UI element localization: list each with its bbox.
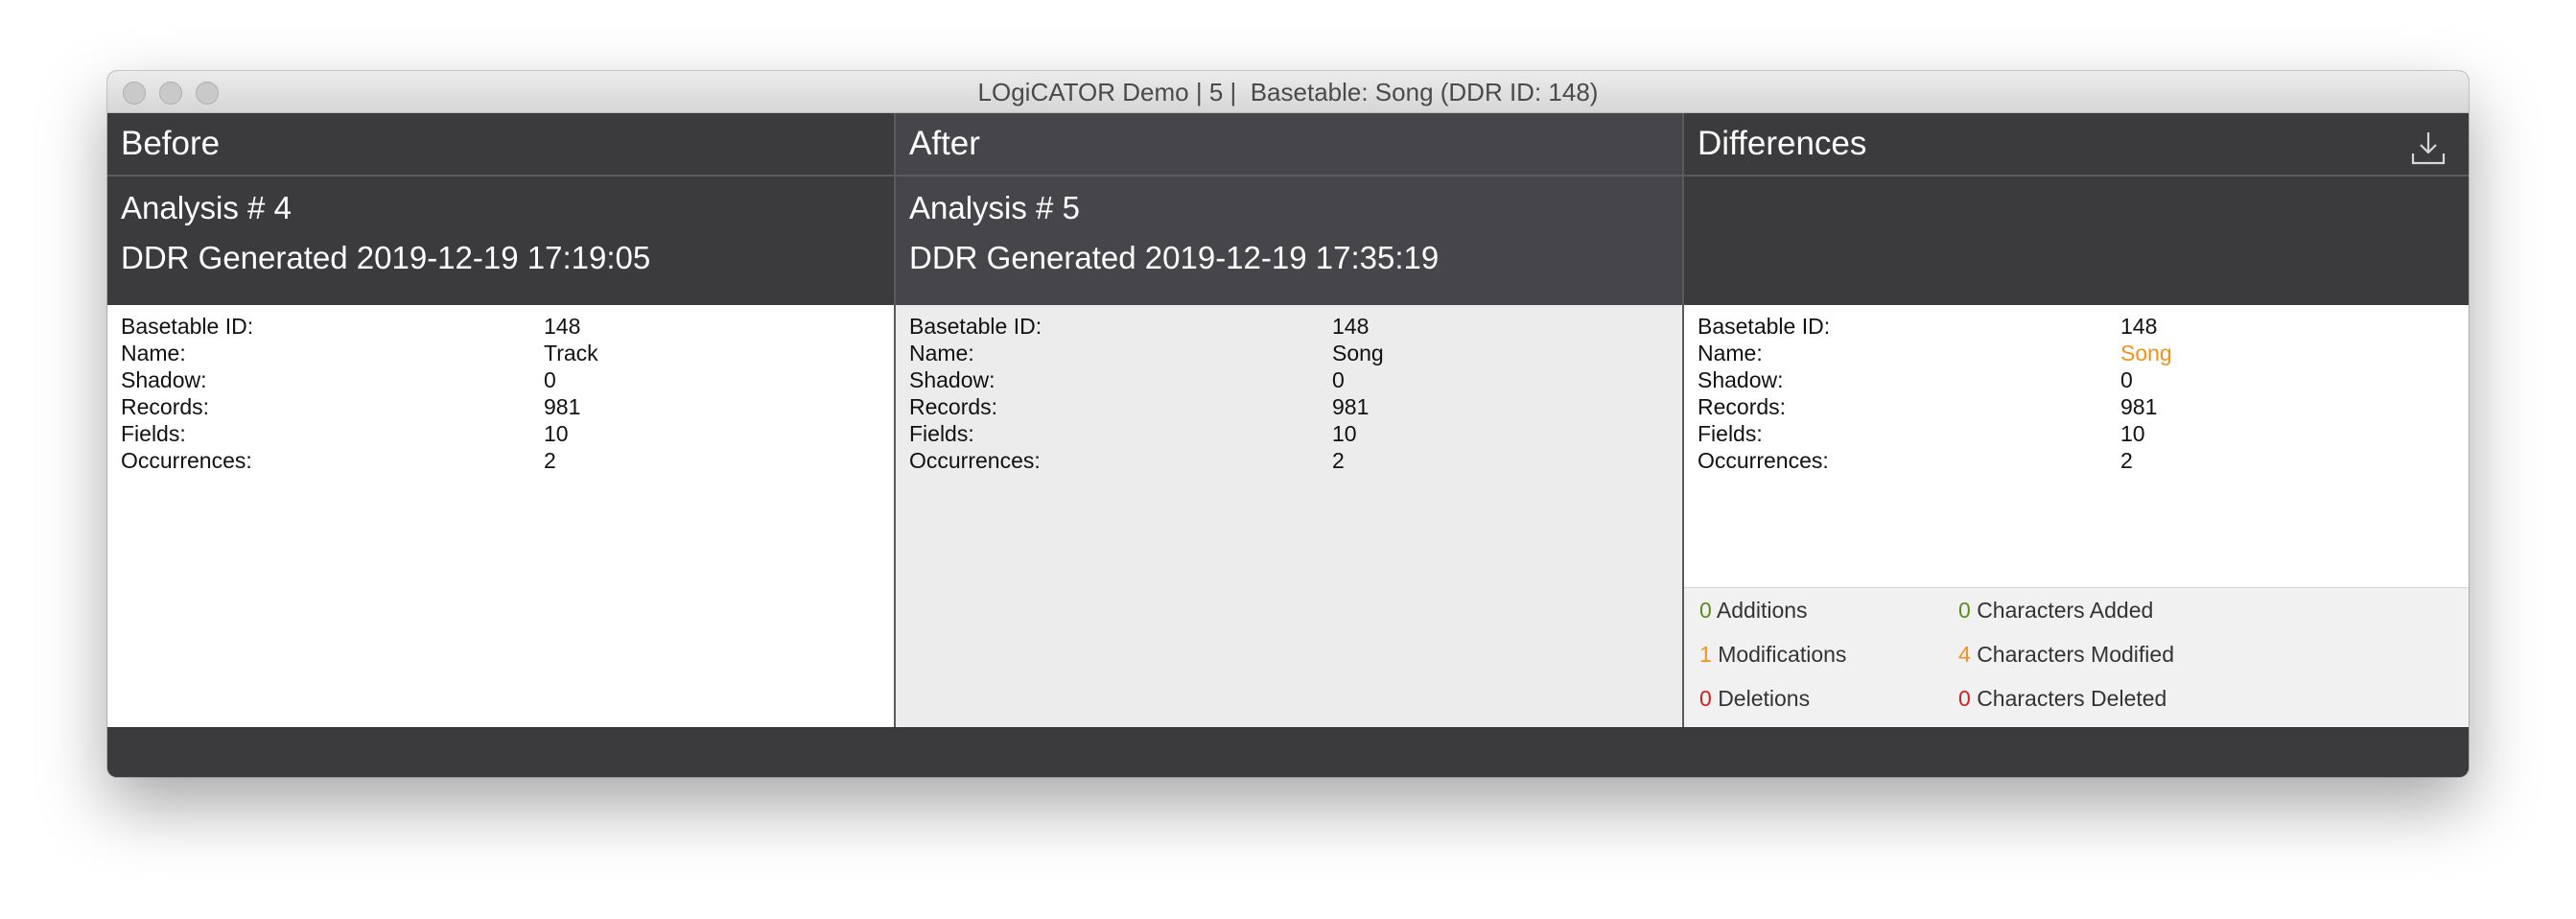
differences-header: Differences <box>1684 113 2469 177</box>
property-value: 0 <box>544 367 556 392</box>
download-icon[interactable] <box>2409 129 2447 167</box>
property-label: Records: <box>121 394 210 419</box>
property-row: Basetable ID: 148 <box>121 313 888 340</box>
differences-summary: 0 Additions 1 Modifications 0 Deletions … <box>1684 587 2469 727</box>
property-label: Records: <box>909 394 998 419</box>
property-label: Occurrences: <box>909 448 1041 473</box>
characters-modified-count: 4 <box>1958 642 1971 667</box>
property-row: Records: 981 <box>1698 393 2465 420</box>
property-label: Name: <box>121 341 186 365</box>
characters-modified-summary: 4 Characters Modified <box>1958 642 2174 668</box>
deletions-label: Deletions <box>1718 686 1811 711</box>
additions-label: Additions <box>1716 598 1808 623</box>
property-label: Basetable ID: <box>1698 314 1831 339</box>
before-analysis-title: Analysis # 4 <box>121 190 292 225</box>
property-value: 148 <box>2120 314 2158 339</box>
property-row: Records: 981 <box>121 393 888 420</box>
after-column: After Analysis # 5 DDR Generated 2019-12… <box>896 113 1684 727</box>
property-value: 2 <box>1332 448 1345 473</box>
before-analysis-info: Analysis # 4 DDR Generated 2019-12-19 17… <box>107 177 894 305</box>
property-value: 10 <box>2120 421 2145 446</box>
before-generated-date: DDR Generated 2019-12-19 17:19:05 <box>121 240 651 275</box>
property-row: Shadow: 0 <box>1698 366 2465 393</box>
property-value: Song <box>1332 341 1384 365</box>
property-row: Records: 981 <box>909 393 1676 420</box>
additions-count: 0 <box>1699 598 1712 623</box>
bottom-toolbar <box>107 727 2469 777</box>
property-value: 148 <box>1332 314 1370 339</box>
property-label: Basetable ID: <box>121 314 254 339</box>
before-column: Before Analysis # 4 DDR Generated 2019-1… <box>107 113 896 727</box>
property-value: 981 <box>1332 394 1370 419</box>
property-row: Occurrences: 2 <box>1698 447 2465 474</box>
title-bar: LOgiCATOR Demo | 5 | Basetable: Song (DD… <box>107 71 2469 113</box>
property-label: Occurrences: <box>1698 448 1829 473</box>
property-row: Name: Track <box>121 340 888 366</box>
property-row: Basetable ID: 148 <box>1698 313 2465 340</box>
property-row: Basetable ID: 148 <box>909 313 1676 340</box>
property-row: Name: Song <box>909 340 1676 366</box>
property-label: Shadow: <box>1698 367 1784 392</box>
characters-added-summary: 0 Characters Added <box>1958 598 2153 624</box>
property-value: 0 <box>1332 367 1345 392</box>
property-label: Shadow: <box>121 367 207 392</box>
property-label: Fields: <box>1698 421 1763 446</box>
modifications-summary: 1 Modifications <box>1699 642 1846 668</box>
after-properties-panel: Basetable ID: 148 Name: Song Shadow: 0 Reco… <box>896 305 1682 727</box>
characters-added-label: Characters Added <box>1977 598 2154 623</box>
property-value: 2 <box>544 448 556 473</box>
property-value: 10 <box>544 421 569 446</box>
property-row: Fields: 10 <box>121 420 888 447</box>
property-value: 0 <box>2120 367 2133 392</box>
property-value: 148 <box>544 314 581 339</box>
differences-header-label: Differences <box>1698 125 1867 162</box>
property-value: 2 <box>2120 448 2133 473</box>
deletions-count: 0 <box>1699 686 1712 711</box>
property-row: Shadow: 0 <box>121 366 888 393</box>
differences-analysis-info <box>1684 177 2469 305</box>
property-row: Occurrences: 2 <box>909 447 1676 474</box>
characters-deleted-label: Characters Deleted <box>1977 686 2167 711</box>
property-value: 10 <box>1332 421 1357 446</box>
modifications-count: 1 <box>1699 642 1712 667</box>
property-label: Occurrences: <box>121 448 252 473</box>
property-value: 981 <box>2120 394 2158 419</box>
characters-modified-label: Characters Modified <box>1977 642 2174 667</box>
after-analysis-title: Analysis # 5 <box>909 190 1080 225</box>
property-row: Occurrences: 2 <box>121 447 888 474</box>
property-label: Shadow: <box>909 367 995 392</box>
characters-deleted-summary: 0 Characters Deleted <box>1958 686 2166 712</box>
differences-properties-panel: Basetable ID: 148 Name: Song Shadow: 0 Reco… <box>1684 305 2469 727</box>
deletions-summary: 0 Deletions <box>1699 686 1810 712</box>
characters-added-count: 0 <box>1958 598 1971 623</box>
property-label: Fields: <box>121 421 186 446</box>
property-label: Name: <box>909 341 974 365</box>
after-analysis-info: Analysis # 5 DDR Generated 2019-12-19 17… <box>896 177 1682 305</box>
property-label: Basetable ID: <box>909 314 1042 339</box>
after-generated-date: DDR Generated 2019-12-19 17:35:19 <box>909 240 1440 275</box>
property-row: Name: Song <box>1698 340 2465 366</box>
modifications-label: Modifications <box>1718 642 1847 667</box>
before-header: Before <box>107 113 894 177</box>
property-label: Fields: <box>909 421 974 446</box>
property-value: Track <box>544 341 598 365</box>
window-title: LOgiCATOR Demo | 5 | Basetable: Song (DD… <box>977 78 1599 106</box>
differences-column: Differences Basetable ID: 148 Name: Song S… <box>1684 113 2469 727</box>
before-properties-panel: Basetable ID: 148 Name: Track Shadow: 0 Rec… <box>107 305 894 727</box>
property-row: Shadow: 0 <box>909 366 1676 393</box>
app-window: LOgiCATOR Demo | 5 | Basetable: Song (DD… <box>107 71 2469 777</box>
characters-deleted-count: 0 <box>1958 686 1971 711</box>
additions-summary: 0 Additions <box>1699 598 1808 624</box>
after-header: After <box>896 113 1682 177</box>
property-row: Fields: 10 <box>1698 420 2465 447</box>
property-label: Name: <box>1698 341 1763 365</box>
property-value-changed: Song <box>2120 341 2172 365</box>
property-value: 981 <box>544 394 581 419</box>
property-label: Records: <box>1698 394 1787 419</box>
property-row: Fields: 10 <box>909 420 1676 447</box>
